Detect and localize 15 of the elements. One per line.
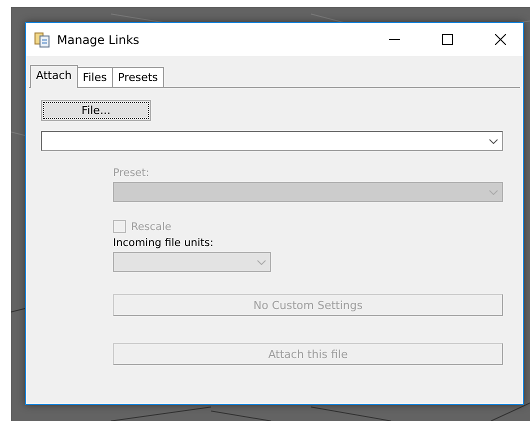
document-icon	[34, 32, 50, 48]
tab[interactable]: Files	[76, 67, 113, 87]
rescale-label: Rescale	[131, 220, 172, 232]
file-button[interactable]: File...	[41, 100, 151, 121]
tab[interactable]: Presets	[112, 67, 164, 87]
chevron-icon	[257, 260, 266, 264]
preset-label: Preset:	[113, 167, 150, 179]
tab[interactable]: Attach	[30, 65, 78, 88]
window-title: Manage Links	[57, 32, 140, 46]
file-dropdown[interactable]	[41, 131, 503, 151]
chevron-icon	[489, 190, 498, 194]
incoming-units-label: Incoming file units:	[113, 237, 214, 249]
close-icon[interactable]	[494, 34, 506, 45]
maximize-icon[interactable]	[442, 34, 452, 45]
chevron-icon	[489, 138, 498, 144]
